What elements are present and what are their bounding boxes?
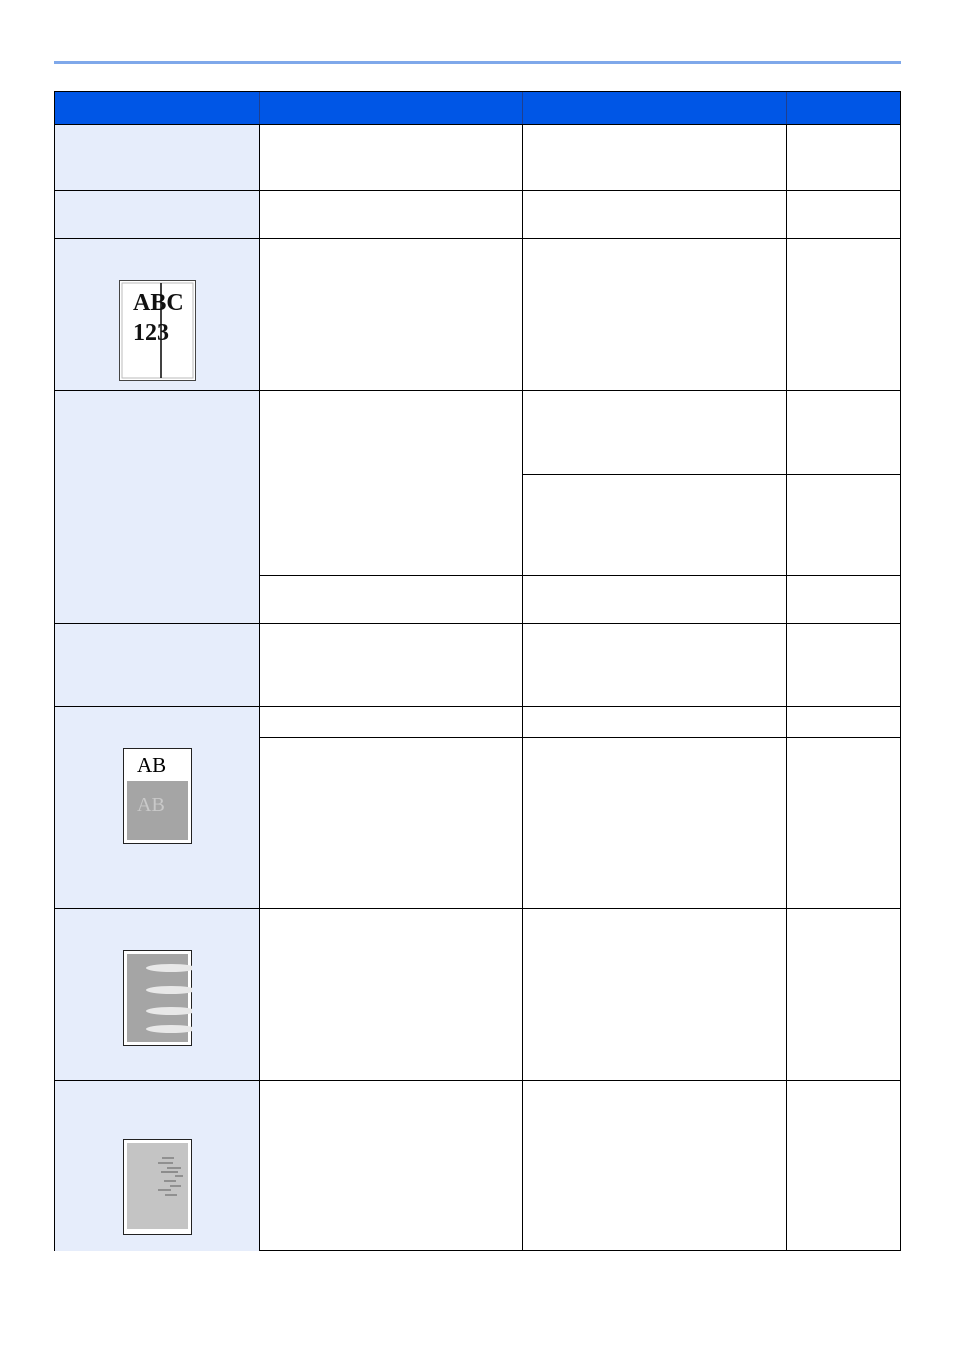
table-header-row bbox=[55, 92, 900, 124]
row-line bbox=[55, 124, 900, 125]
row-1-label-cell bbox=[55, 125, 259, 190]
header-divider-1 bbox=[259, 92, 260, 124]
sample-text-digits: 123 bbox=[133, 320, 169, 346]
sample-top-text: AB bbox=[137, 753, 166, 777]
subrow-line bbox=[522, 474, 900, 475]
subrow-line bbox=[259, 737, 900, 738]
sample-text-letters: ABC bbox=[133, 290, 184, 316]
row-line bbox=[55, 190, 900, 191]
row-2-label-cell bbox=[55, 191, 259, 238]
white-streaks-sample-image bbox=[123, 950, 192, 1046]
subrow-line bbox=[259, 575, 900, 576]
top-rule bbox=[54, 61, 901, 64]
sample-ghost-text: AB bbox=[137, 794, 165, 816]
row-5-label-cell bbox=[55, 624, 259, 706]
ghost-image-sample-image: AB AB bbox=[123, 748, 192, 844]
row-line bbox=[55, 623, 900, 624]
header-divider-2 bbox=[522, 92, 523, 124]
row-line bbox=[55, 390, 900, 391]
fogged-background-sample-image bbox=[123, 1139, 192, 1235]
header-divider-3 bbox=[786, 92, 787, 124]
vertical-line-sample-image: ABC 123 bbox=[119, 280, 196, 381]
column-divider-2 bbox=[522, 124, 523, 1251]
row-line bbox=[55, 1080, 900, 1081]
column-divider-1 bbox=[259, 124, 260, 1251]
row-4-label-cell bbox=[55, 391, 259, 623]
row-line bbox=[55, 908, 900, 909]
column-divider-3 bbox=[786, 124, 787, 1251]
troubleshooting-table: ABC 123 AB AB bbox=[54, 91, 901, 1251]
row-line bbox=[55, 706, 900, 707]
row-line bbox=[55, 238, 900, 239]
